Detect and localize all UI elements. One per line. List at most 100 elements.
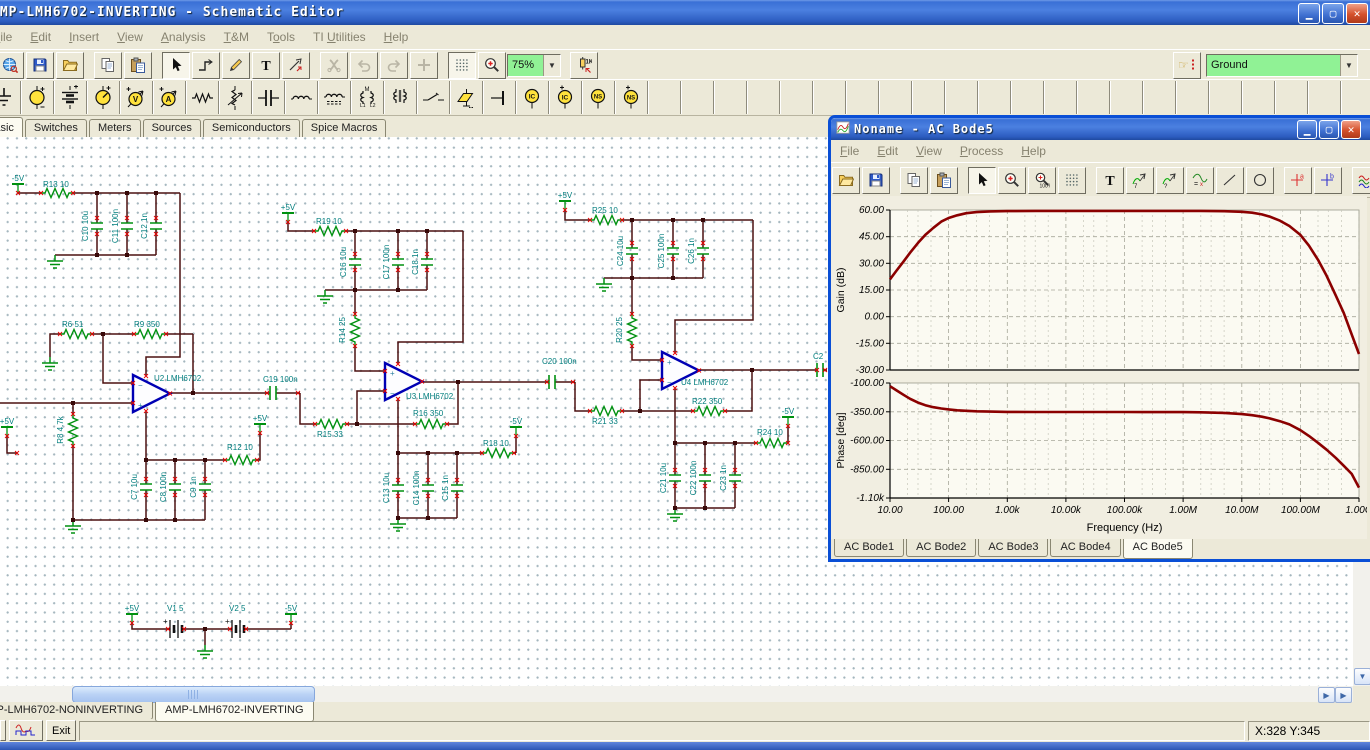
plot-panel-gain[interactable]: 60.00 45.00 30.00 15.00 0.00 -15.00 -30.00 Gain… [835, 205, 1361, 376]
component-button-ns-plus[interactable]: NS [615, 81, 648, 114]
tab-ac-bode5[interactable]: AC Bode5 [1122, 539, 1193, 559]
component-R20[interactable]: R20 25 [615, 311, 639, 349]
component-button-resistor[interactable] [186, 81, 219, 114]
cut-button-sliver[interactable] [0, 720, 6, 741]
scroll-right-button[interactable]: ▶ [1318, 687, 1335, 703]
zoom-button[interactable] [478, 51, 506, 79]
component-button-inductor-core[interactable] [318, 81, 351, 114]
component-V1[interactable]: + V1 5 [163, 604, 187, 638]
menu-tools[interactable]: Tools [258, 30, 304, 44]
copy-button[interactable] [900, 166, 928, 194]
component-button-potentiometer[interactable] [219, 81, 252, 114]
component-button-ground[interactable] [0, 81, 21, 114]
component-C18[interactable]: C18 1n [411, 231, 433, 290]
maximize-button[interactable]: ▢ [1322, 3, 1344, 24]
supply--5V[interactable]: -5V [285, 604, 298, 626]
component-button-ic[interactable]: IC [516, 81, 549, 114]
exit-button[interactable]: Exit [46, 720, 77, 741]
add-curves-button[interactable] [1352, 166, 1370, 194]
component-R12[interactable]: R12 10 [222, 443, 260, 467]
component-C24[interactable]: C24 10u [616, 220, 638, 278]
supply--5V[interactable]: -5V [782, 407, 795, 429]
ground-symbol[interactable] [47, 255, 63, 269]
supply-+5V[interactable]: +5V [253, 414, 268, 436]
supply-+5V[interactable]: +5V [0, 417, 15, 439]
close-button[interactable]: ✕ [1346, 3, 1368, 24]
save-button[interactable] [862, 166, 890, 194]
component-C14[interactable]: C14 100n [412, 453, 434, 518]
ground-symbol[interactable] [197, 645, 213, 659]
zoom-in-button[interactable] [998, 166, 1026, 194]
menu-process[interactable]: Process [951, 144, 1012, 158]
component-C26[interactable]: C26 1n [687, 220, 709, 278]
component-C20[interactable]: C20 100n [542, 357, 577, 389]
line-tool-button[interactable] [1216, 166, 1244, 194]
scroll-right-button-2[interactable]: ▶ [1335, 687, 1352, 703]
copy-button[interactable] [94, 51, 122, 79]
component-R16[interactable]: R16 350 [412, 409, 450, 431]
supply--5V[interactable]: -5V [510, 417, 523, 439]
save-button[interactable] [26, 51, 54, 79]
tab-ac-bode1[interactable]: AC Bode1 [834, 539, 905, 557]
hscroll-thumb[interactable] [72, 686, 315, 703]
component-R8[interactable]: R8 4.7k [56, 411, 80, 449]
component-C23[interactable]: C23 1n [719, 443, 741, 508]
tab-ac-bode2[interactable]: AC Bode2 [906, 539, 977, 557]
component-button-voltage-generator[interactable] [87, 81, 120, 114]
component-R6[interactable]: R6 51 [57, 320, 95, 341]
component-R25[interactable]: R25 10 [587, 206, 625, 227]
component-R22[interactable]: R22 350 [690, 397, 728, 418]
menu-analysis[interactable]: Analysis [152, 30, 215, 44]
recent-component-button[interactable]: 1K [570, 51, 598, 79]
open-button[interactable] [56, 51, 84, 79]
component-C12[interactable]: C12 1n [140, 193, 162, 255]
zoom-combo-arrow[interactable]: ▼ [543, 54, 560, 76]
horizontal-scrollbar[interactable]: ▶ ▶ [0, 686, 1353, 703]
component-C13[interactable]: C13 10u [382, 453, 404, 518]
component-C10[interactable]: C10 10u [81, 193, 103, 255]
text-tool-button[interactable]: T [252, 51, 280, 79]
delete-tool-button[interactable] [282, 51, 310, 79]
paste-button[interactable] [930, 166, 958, 194]
ground-symbol[interactable] [317, 290, 333, 304]
paste-button[interactable] [124, 51, 152, 79]
cursor-tool-button[interactable] [968, 166, 996, 194]
component-C15[interactable]: C15 1n [441, 453, 463, 518]
label-curve-button[interactable]: ? [1156, 166, 1184, 194]
component-button-switch[interactable] [417, 81, 450, 114]
ground-symbol[interactable] [596, 278, 612, 292]
grid-toggle-button[interactable] [448, 51, 476, 79]
menu-t-m[interactable]: T&M [215, 30, 258, 44]
menu-file[interactable]: File [831, 144, 868, 158]
menu-edit[interactable]: Edit [868, 144, 907, 158]
component-C9[interactable]: C9 1n [189, 460, 211, 520]
tab-spice-macros[interactable]: Spice Macros [301, 119, 387, 137]
minimize-button[interactable]: ▁ [1298, 3, 1320, 24]
supply-+5V[interactable]: +5V [125, 604, 140, 626]
supply-+5V[interactable]: +5V [281, 203, 296, 225]
component-button-inductor[interactable] [285, 81, 318, 114]
component-button-ns[interactable]: NS [582, 81, 615, 114]
ground-combo-arrow[interactable]: ▼ [1340, 54, 1357, 76]
zoom-100-button[interactable]: 100% [1028, 166, 1056, 194]
draw-tool-button[interactable] [222, 51, 250, 79]
component-button-battery[interactable] [54, 81, 87, 114]
component-button-relay[interactable] [450, 81, 483, 114]
tab-switches[interactable]: Switches [24, 119, 87, 137]
plot-panel-phase[interactable]: -100.00 -350.00 -600.00 -850.00 -1.10k Phase … [835, 378, 1361, 504]
component-R9[interactable]: R9 350 [131, 320, 169, 341]
tab-ac-bode3[interactable]: AC Bode3 [978, 539, 1049, 557]
web-button[interactable] [0, 51, 24, 79]
menu-help[interactable]: Help [375, 30, 418, 44]
wire-tool-button[interactable] [192, 51, 220, 79]
component-C22[interactable]: C22 100n [689, 443, 711, 508]
component-C21[interactable]: C21 10u [659, 443, 681, 508]
select-tool-button[interactable] [162, 51, 190, 79]
scroll-down-button[interactable]: ▼ [1354, 668, 1370, 685]
annotate-curve-button[interactable]: 7 [1126, 166, 1154, 194]
tab-ac-bode4[interactable]: AC Bode4 [1050, 539, 1121, 557]
component-C19[interactable]: C19 100n [263, 375, 301, 400]
component-button-ic-plus[interactable]: IC [549, 81, 582, 114]
component-C11[interactable]: C11 100n [111, 193, 133, 255]
formula-button[interactable]: = x [1186, 166, 1214, 194]
